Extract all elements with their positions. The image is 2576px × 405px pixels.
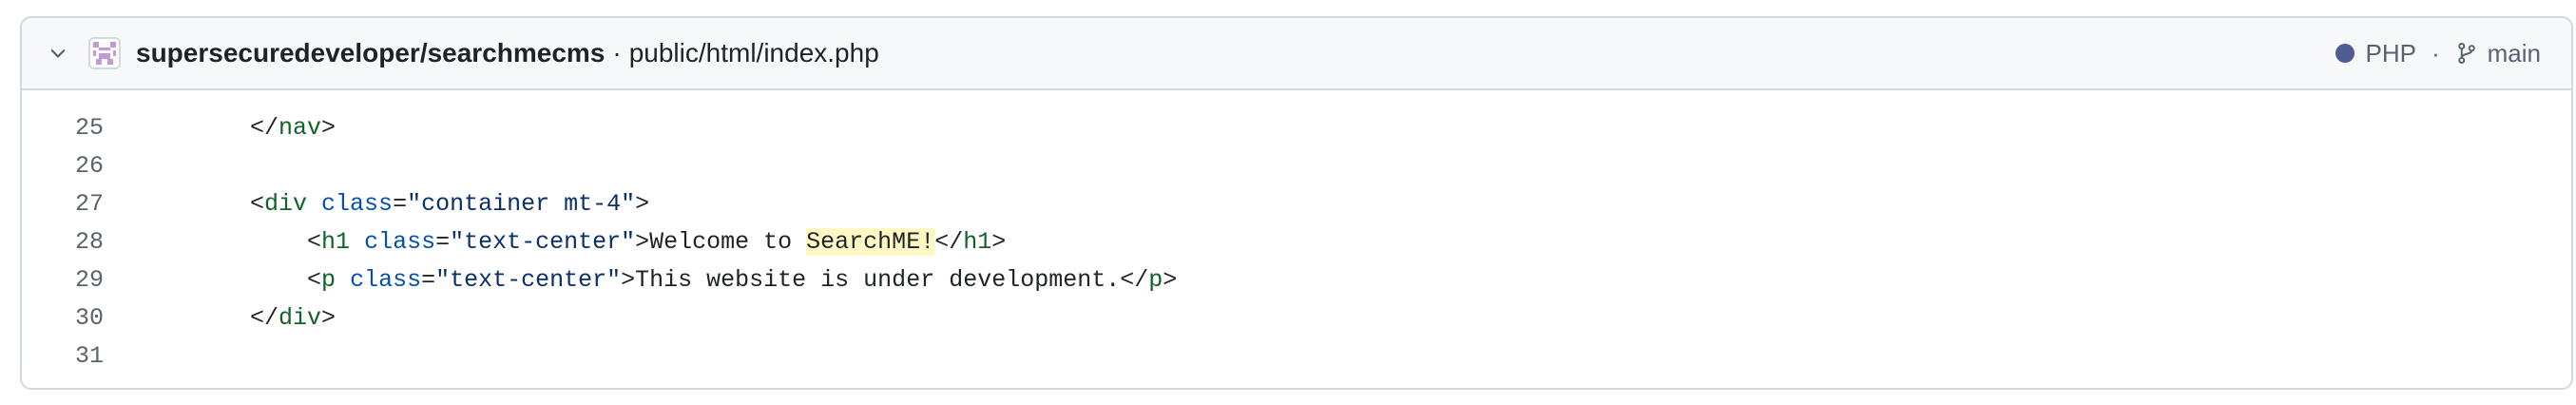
code-token: >This website is under development.</: [621, 266, 1149, 294]
code-token: h1: [963, 228, 992, 256]
code-line: 27 <div class="container mt-4">: [22, 185, 2571, 223]
code-token: class: [321, 190, 394, 218]
code-token: </: [193, 114, 279, 142]
branch-label: main: [2487, 38, 2541, 68]
code-token: "text-center": [435, 266, 622, 294]
line-source: <div class="container mt-4">: [104, 185, 649, 223]
chevron-down-icon[interactable]: [47, 42, 69, 65]
code-token: =: [421, 266, 436, 294]
code-token: class: [350, 266, 422, 294]
meta-separator: ·: [2431, 38, 2440, 68]
line-source: [104, 147, 193, 185]
line-number[interactable]: 26: [22, 147, 104, 185]
code-line: 31: [22, 338, 2571, 376]
code-token: p: [1148, 266, 1163, 294]
code-token: class: [364, 228, 436, 256]
line-source: </div>: [104, 299, 336, 338]
line-number[interactable]: 28: [22, 223, 104, 261]
code-token: >: [635, 190, 650, 218]
code-token: =: [435, 228, 451, 256]
line-number[interactable]: 29: [22, 261, 104, 299]
code-line: 29 <p class="text-center">This website i…: [22, 261, 2571, 299]
path-separator: ·: [612, 38, 622, 68]
repository-link[interactable]: supersecuredeveloper/searchmecms: [136, 38, 605, 68]
code-line: 30 </div>: [22, 299, 2571, 338]
code-token: h1: [321, 228, 351, 256]
code-token: "text-center": [450, 228, 636, 256]
code-token: "container mt-4": [407, 190, 636, 218]
code-token: div: [279, 304, 322, 332]
line-number[interactable]: 30: [22, 299, 104, 338]
code-line: 25 </nav>: [22, 109, 2571, 147]
code-token: <: [193, 266, 322, 294]
line-source: <p class="text-center">This website is u…: [104, 261, 1177, 299]
identicon-avatar[interactable]: [88, 37, 121, 69]
branch-link[interactable]: main: [2455, 39, 2541, 68]
line-source: <h1 class="text-center">Welcome to Searc…: [104, 223, 1006, 261]
code-token: <: [193, 228, 322, 256]
line-number[interactable]: 31: [22, 338, 104, 376]
code-token: </: [193, 304, 279, 332]
code-token: p: [321, 266, 336, 294]
result-header: supersecuredeveloper/searchmecms · publi…: [22, 18, 2571, 90]
code-snippet: 25 </nav> 26 27 <div class="container mt-4…: [22, 90, 2571, 376]
code-token: <: [193, 190, 265, 218]
code-line: 28 <h1 class="text-center">Welcome to Se…: [22, 223, 2571, 261]
line-number[interactable]: 25: [22, 109, 104, 147]
code-token: >: [991, 228, 1007, 256]
file-path-link[interactable]: public/html/index.php: [629, 38, 879, 68]
code-token: >Welcome to: [635, 228, 807, 256]
code-search-result-card: supersecuredeveloper/searchmecms · publi…: [20, 16, 2573, 390]
language-label: PHP: [2365, 38, 2416, 68]
code-token: >: [321, 304, 336, 332]
line-number[interactable]: 27: [22, 185, 104, 223]
code-token: >: [321, 114, 336, 142]
code-token: nav: [279, 114, 322, 142]
code-line: 26: [22, 147, 2571, 185]
git-branch-icon: [2457, 42, 2475, 65]
code-token: div: [264, 190, 308, 218]
line-source: </nav>: [104, 109, 336, 147]
line-source: [104, 338, 193, 376]
file-meta: PHP · main: [2335, 38, 2541, 68]
code-token: =: [393, 190, 408, 218]
search-match-highlight: SearchME!: [806, 228, 935, 256]
code-token: </: [934, 228, 964, 256]
language-color-dot: [2335, 44, 2355, 63]
code-token: >: [1163, 266, 1178, 294]
